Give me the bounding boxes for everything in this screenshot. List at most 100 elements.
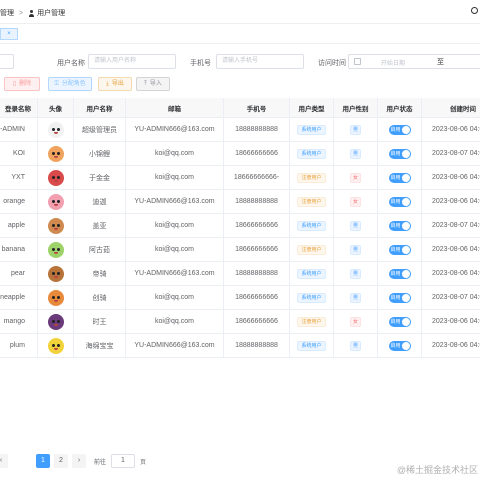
avatar[interactable] xyxy=(47,145,64,162)
cell-phone: 18666666666 xyxy=(224,142,290,165)
user-type-badge: 注册用户 xyxy=(297,196,326,207)
toggle-knob xyxy=(401,245,410,254)
toolbar: ▯ 删除 ⚿ 分配角色 ⤓ 导出 ⤒ 导入 xyxy=(0,76,480,94)
table-row[interactable]: KOI 小锦鲤 koi@qq.com 18666666666 系统用户 男 启用 2023-0… xyxy=(0,142,480,166)
avatar[interactable] xyxy=(47,265,64,282)
tags-view: × xyxy=(0,24,480,44)
status-text: 启用 xyxy=(390,126,401,133)
table-row[interactable]: banana 阿古茹 koi@qq.com 18666666666 注册用户 男 启用 202… xyxy=(0,238,480,262)
toggle-knob xyxy=(401,221,410,230)
status-toggle[interactable]: 启用 xyxy=(388,220,411,231)
breadcrumb-current: 用户管理 xyxy=(37,10,66,17)
status-toggle[interactable]: 启用 xyxy=(388,292,411,303)
breadcrumb-parent[interactable]: 管理 xyxy=(0,8,14,18)
cell-type: 系统用户 xyxy=(290,118,334,141)
cell-phone: 18666666666 xyxy=(224,238,290,261)
status-toggle[interactable]: 启用 xyxy=(388,196,411,207)
col-avatar: 头像 xyxy=(38,98,74,117)
table-row[interactable]: N-ADMIN 超级管理员YU-ADMIN666@163.com188888888… xyxy=(0,118,480,142)
assign-role-button[interactable]: ⚿ 分配角色 xyxy=(48,77,92,91)
table-row[interactable]: orange 迪迦 YU-ADMIN666@163.com 18888888888 注册… xyxy=(0,190,480,214)
phone-input[interactable]: 请输入手机号 xyxy=(216,54,304,69)
avatar-mouth xyxy=(53,179,58,182)
search-form: 用户名称 请输入用户名称 手机号 请输入手机号 访问时间 开始日期 至 xyxy=(0,52,480,72)
prev-page-button[interactable]: ‹ xyxy=(0,454,8,468)
fullscreen-icon[interactable] xyxy=(471,7,478,14)
cell-avatar xyxy=(38,214,74,237)
avatar-eye xyxy=(56,271,60,275)
avatar-eye xyxy=(56,319,60,323)
next-page-button[interactable]: › xyxy=(72,454,86,468)
export-label: 导出 xyxy=(111,81,124,87)
user-type-badge: 系统用户 xyxy=(297,268,326,279)
username-input[interactable]: 请输入用户名称 xyxy=(88,54,176,69)
avatar-eye xyxy=(51,247,55,251)
goto-page-input[interactable]: 1 xyxy=(111,454,135,468)
cell-created: 2023-08-06 04:0 xyxy=(432,342,480,349)
cell-gender: 男 xyxy=(334,214,378,237)
import-button[interactable]: ⤒ 导入 xyxy=(136,77,170,91)
status-toggle[interactable]: 启用 xyxy=(388,148,411,159)
table-row[interactable]: YXT 于金金 koi@qq.com 18666666666- 注册用户 女 启用 2023-… xyxy=(0,166,480,190)
table-row[interactable]: pear 帝骑 YU-ADMIN666@163.com 18888888888 系统用户… xyxy=(0,262,480,286)
cell-type: 注册用户 xyxy=(290,310,334,333)
avatar[interactable] xyxy=(47,337,64,354)
status-toggle[interactable]: 启用 xyxy=(388,244,411,255)
status-toggle[interactable]: 启用 xyxy=(388,316,411,327)
avatar[interactable] xyxy=(47,121,64,138)
delete-button[interactable]: ▯ 删除 xyxy=(4,77,40,91)
cell-email: YU-ADMIN666@163.com xyxy=(126,262,224,285)
status-toggle[interactable]: 启用 xyxy=(388,268,411,279)
user-type-badge: 注册用户 xyxy=(297,172,326,183)
export-button[interactable]: ⤓ 导出 xyxy=(98,77,132,91)
avatar[interactable] xyxy=(47,313,64,330)
start-date[interactable]: 开始日期 xyxy=(381,58,405,67)
cell-type: 注册用户 xyxy=(290,166,334,189)
cell-login: pear xyxy=(0,262,38,285)
table-row[interactable]: mango 时王 koi@qq.com 18666666666 注册用户 女 启用 2023-… xyxy=(0,310,480,334)
cell-login: apple xyxy=(0,214,38,237)
avatar-mouth xyxy=(53,203,58,206)
table-row[interactable]: ineapple 创骑 koi@qq.com 18666666666 系统用户 男 启用 20… xyxy=(0,286,480,310)
cell-name: 迪迦 xyxy=(74,190,126,213)
status-toggle[interactable]: 启用 xyxy=(388,124,411,135)
cell-created: 2023-08-06 04:0 xyxy=(432,270,480,277)
cell-login: YXT xyxy=(0,166,38,189)
breadcrumb-separator: > xyxy=(19,9,24,17)
pagination: ‹ 1 2 › 前往 1 页 xyxy=(0,452,200,470)
date-range-picker[interactable]: 开始日期 至 xyxy=(348,54,480,69)
cell-email: koi@qq.com xyxy=(126,286,224,309)
table-row[interactable]: apple 盖亚 koi@qq.com 18666666666 系统用户 男 启用 2023-… xyxy=(0,214,480,238)
login-name-input[interactable] xyxy=(0,54,14,69)
avatar-mouth xyxy=(53,323,58,326)
cell-created: 2023-08-06 04:0 xyxy=(432,174,480,181)
status-toggle[interactable]: 启用 xyxy=(388,340,411,351)
avatar-eye xyxy=(56,247,60,251)
status-toggle[interactable]: 启用 xyxy=(388,172,411,183)
status-text: 启用 xyxy=(390,342,401,349)
tag-active[interactable]: × xyxy=(0,28,18,40)
close-icon[interactable]: × xyxy=(7,31,11,37)
avatar[interactable] xyxy=(47,169,64,186)
col-login: 登录名称 xyxy=(0,98,38,117)
gender-badge: 男 xyxy=(349,340,361,351)
avatar-mouth xyxy=(53,155,58,158)
avatar-eye xyxy=(56,223,60,227)
cell-status: 启用 xyxy=(378,214,422,237)
cell-phone: 18888888888 xyxy=(224,190,290,213)
avatar-eye xyxy=(51,295,55,299)
avatar[interactable] xyxy=(47,289,64,306)
avatar[interactable] xyxy=(47,217,64,234)
watermark: @稀土掘金技术社区 xyxy=(396,465,478,475)
cell-status: 启用 xyxy=(378,166,422,189)
cell-name: 小锦鲤 xyxy=(74,142,126,165)
cell-name: 盖亚 xyxy=(74,214,126,237)
page-1-button[interactable]: 1 xyxy=(36,454,50,468)
cell-email: koi@qq.com xyxy=(126,310,224,333)
cell-type: 系统用户 xyxy=(290,262,334,285)
page-2-button[interactable]: 2 xyxy=(54,454,68,468)
table-row[interactable]: plum 海绵宝宝 YU-ADMIN666@163.com 18888888888 系统… xyxy=(0,334,480,358)
avatar[interactable] xyxy=(47,241,64,258)
trash-icon: ▯ xyxy=(12,81,17,87)
avatar[interactable] xyxy=(47,193,64,210)
